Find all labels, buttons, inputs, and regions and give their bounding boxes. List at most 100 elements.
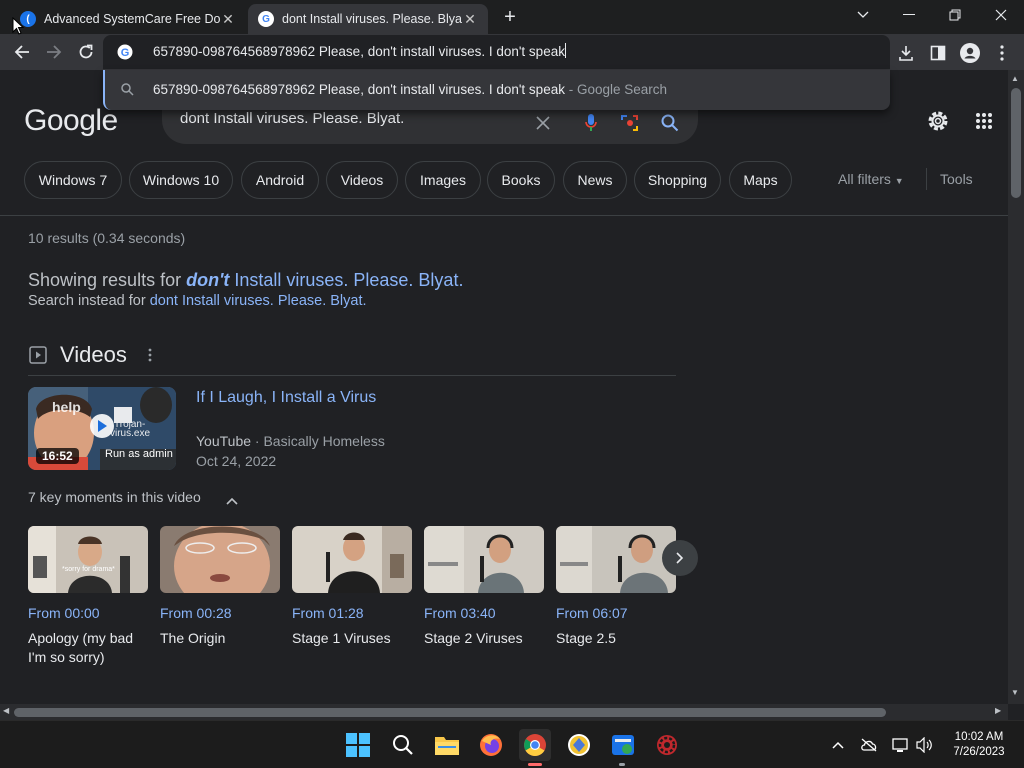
thumb-text-exe: virus.exe (110, 428, 151, 439)
chevron-up-icon[interactable] (226, 492, 238, 510)
more-options-icon[interactable] (146, 347, 154, 363)
key-moment-card[interactable]: From 06:07 Stage 2.5 (556, 526, 676, 648)
video-duration-badge: 16:52 (36, 448, 79, 464)
network-icon[interactable] (891, 735, 911, 755)
reload-icon[interactable] (74, 40, 98, 64)
chrome-active-indicator (528, 763, 542, 766)
windows-start-icon[interactable] (342, 729, 374, 761)
lens-search-icon[interactable] (619, 112, 641, 134)
tools-button[interactable]: Tools (940, 171, 973, 187)
systemcare-app-icon[interactable] (607, 729, 639, 761)
download-icon[interactable] (896, 43, 916, 63)
all-filters-dropdown[interactable]: All filters ▼ (838, 171, 904, 187)
key-moment-timestamp[interactable]: From 03:40 (424, 605, 544, 621)
google-logo[interactable]: Google (24, 104, 118, 138)
windows-taskbar: 10:02 AM 7/26/2023 (0, 720, 1024, 768)
tab-search-chevron-icon[interactable] (840, 0, 886, 30)
key-moment-thumbnail[interactable] (556, 526, 676, 593)
scroll-right-arrow-icon[interactable]: ▶ (995, 706, 1001, 715)
page-content: Google dont Install viruses. Please. Bly… (0, 70, 1008, 704)
tab-advanced-systemcare[interactable]: ( Advanced SystemCare Free Down ✕ (10, 4, 246, 34)
chip-news[interactable]: News (563, 161, 627, 199)
file-explorer-icon[interactable] (431, 729, 463, 761)
search-query-text[interactable]: dont Install viruses. Please. Blyat. (180, 110, 404, 127)
google-apps-grid-icon[interactable] (971, 108, 997, 134)
key-moment-timestamp[interactable]: From 06:07 (556, 605, 676, 621)
key-moment-thumbnail[interactable] (292, 526, 412, 593)
chip-shopping[interactable]: Shopping (634, 161, 721, 199)
tab-google-search[interactable]: G dont Install viruses. Please. Blyat. ✕ (248, 4, 488, 34)
suggestion-text: 657890-098764568978962 Please, don't ins… (153, 82, 668, 97)
video-section-icon (29, 346, 47, 364)
profile-avatar-icon[interactable] (960, 43, 980, 63)
video-title-link[interactable]: If I Laugh, I Install a Virus (196, 389, 376, 407)
key-moment-label: Apology (my bad I'm so sorry) (28, 630, 134, 665)
clear-search-icon[interactable] (532, 112, 554, 134)
address-bar[interactable]: G 657890-098764568978962 Please, don't i… (103, 35, 890, 69)
scroll-up-arrow-icon[interactable]: ▲ (1011, 74, 1019, 83)
key-moments-toggle[interactable]: 7 key moments in this video (28, 489, 201, 505)
system-clock[interactable]: 10:02 AM 7/26/2023 (944, 730, 1014, 760)
omnibox-suggestion[interactable]: 657890-098764568978962 Please, don't ins… (103, 70, 890, 110)
horizontal-scroll-thumb[interactable] (14, 708, 886, 717)
search-icon[interactable] (659, 112, 681, 134)
google-favicon-icon: G (258, 11, 274, 27)
key-moment-thumbnail[interactable] (160, 526, 280, 593)
video-platform: YouTube (196, 433, 252, 449)
volume-icon[interactable] (914, 735, 934, 755)
show-hidden-icons-chevron-icon[interactable] (828, 735, 848, 755)
minimize-button[interactable] (886, 0, 932, 30)
key-moment-thumbnail[interactable] (424, 526, 544, 593)
original-query-link[interactable]: dont Install viruses. Please. Blyat. (150, 293, 367, 309)
video-channel: Basically Homeless (263, 433, 385, 449)
onedrive-offline-icon[interactable] (859, 735, 879, 755)
restore-button[interactable] (932, 0, 978, 30)
chip-images[interactable]: Images (405, 161, 481, 199)
search-icon[interactable] (387, 729, 419, 761)
key-moment-label: Stage 2 Viruses (424, 630, 523, 646)
side-panel-icon[interactable] (928, 43, 948, 63)
key-moment-card[interactable]: From 00:28 The Origin (160, 526, 280, 648)
key-moment-thumbnail[interactable]: *sorry for drama* (28, 526, 148, 593)
key-moment-timestamp[interactable]: From 00:28 (160, 605, 280, 621)
voice-search-icon[interactable] (580, 112, 602, 134)
play-icon[interactable] (90, 414, 114, 438)
back-arrow-icon[interactable] (10, 40, 34, 64)
scroll-left-arrow-icon[interactable]: ◀ (3, 706, 9, 715)
scroll-down-arrow-icon[interactable]: ▼ (1011, 688, 1019, 697)
address-bar-text[interactable]: 657890-098764568978962 Please, don't ins… (153, 43, 566, 59)
clock-date: 7/26/2023 (953, 746, 1005, 758)
chrome-icon[interactable] (519, 729, 551, 761)
next-moments-chevron-icon[interactable] (662, 540, 698, 576)
chip-videos[interactable]: Videos (326, 161, 398, 199)
vertical-scroll-thumb[interactable] (1011, 88, 1021, 198)
key-moment-timestamp[interactable]: From 00:00 (28, 605, 148, 621)
chip-books[interactable]: Books (487, 161, 555, 199)
firefox-icon[interactable] (475, 729, 507, 761)
tab-title: dont Install viruses. Please. Blyat. (282, 12, 462, 26)
chip-android[interactable]: Android (241, 161, 319, 199)
search-instead: Search instead for dont Install viruses.… (28, 293, 367, 309)
tab-strip: ( Advanced SystemCare Free Down ✕ G dont… (0, 0, 1024, 34)
tab-title: Advanced SystemCare Free Down (44, 12, 220, 26)
video-thumbnail[interactable]: help Trojan- virus.exe Run as admin 16:5… (28, 387, 176, 470)
forward-arrow-icon[interactable] (42, 40, 66, 64)
chip-maps[interactable]: Maps (729, 161, 792, 199)
new-tab-button[interactable]: + (498, 6, 522, 30)
menu-kebab-icon[interactable] (992, 43, 1012, 63)
key-moment-card[interactable]: From 03:40 Stage 2 Viruses (424, 526, 544, 648)
close-window-button[interactable] (978, 0, 1024, 30)
tab-close-icon[interactable]: ✕ (462, 11, 478, 28)
corrected-query-link[interactable]: don't Install viruses. Please. Blyat. (186, 270, 463, 290)
settings-gear-icon[interactable] (925, 108, 951, 134)
brave-browser-icon[interactable] (563, 729, 595, 761)
thumb-text-help: help (52, 399, 81, 415)
chip-windows-7[interactable]: Windows 7 (24, 161, 122, 199)
key-moment-card[interactable]: *sorry for drama* From 00:00 Apology (my… (28, 526, 148, 667)
chip-windows-10[interactable]: Windows 10 (129, 161, 233, 199)
tab-close-icon[interactable]: ✕ (220, 11, 236, 28)
red-gear-app-icon[interactable] (651, 729, 683, 761)
key-moment-timestamp[interactable]: From 01:28 (292, 605, 412, 621)
dropdown-caret-icon: ▼ (894, 176, 904, 186)
key-moment-card[interactable]: From 01:28 Stage 1 Viruses (292, 526, 412, 648)
